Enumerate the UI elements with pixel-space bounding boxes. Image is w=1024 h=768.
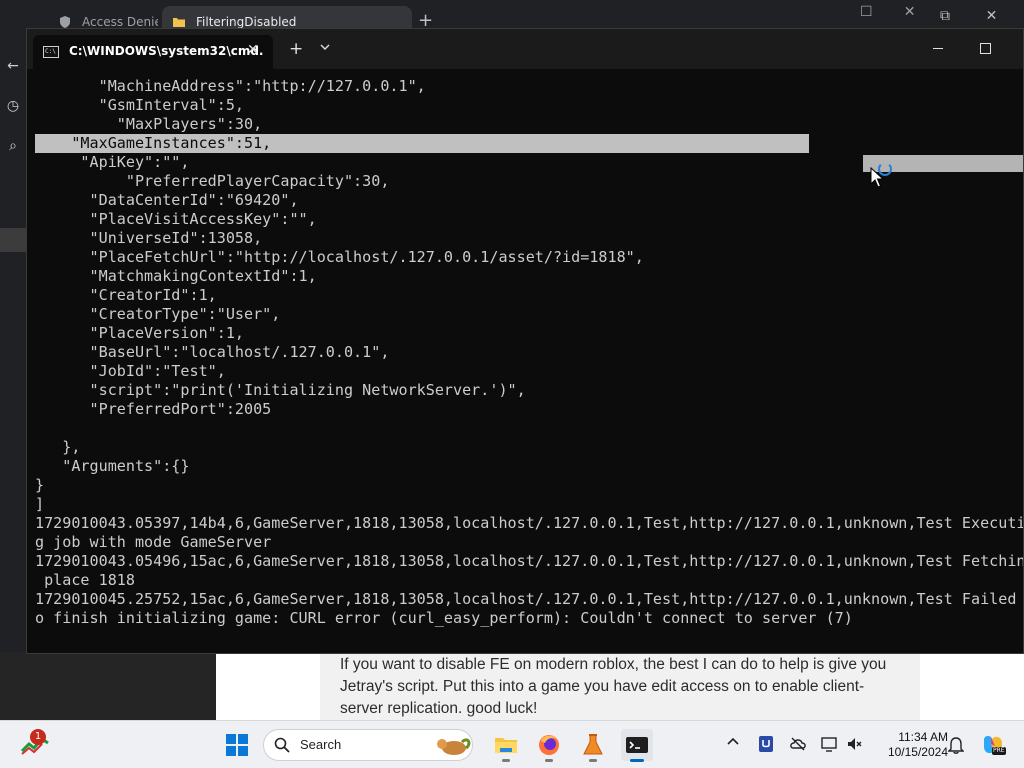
terminal-line: "DataCenterId":"69420", xyxy=(35,191,299,209)
start-button[interactable] xyxy=(226,734,248,756)
history-icon[interactable]: ◷ xyxy=(5,98,21,114)
terminal-line: }, xyxy=(35,438,81,456)
background-panel xyxy=(0,652,216,720)
taskbar-search[interactable]: Search xyxy=(263,729,473,761)
terminal-line: "BaseUrl":"localhost/.127.0.0.1", xyxy=(35,343,390,361)
terminal-output[interactable]: "MaxGameInstances":51, "MachineAddress":… xyxy=(27,69,1023,653)
taskbar-firefox[interactable] xyxy=(533,729,565,762)
clock-date: 10/15/2024 xyxy=(887,745,948,759)
folder-icon xyxy=(173,18,185,27)
taskbar: 1 Search 11:34 AM 10/15/2024 PRE xyxy=(0,720,1024,768)
copilot-preview-badge: PRE xyxy=(992,747,1006,755)
terminal-line: "JobId":"Test", xyxy=(35,362,226,380)
terminal-line: 1729010043.05397,14b4,6,GameServer,1818,… xyxy=(35,514,1023,532)
terminal-line: "UniverseId":13058, xyxy=(35,229,263,247)
terminal-line: "PlaceVisitAccessKey":"", xyxy=(35,210,317,228)
minimize-button[interactable] xyxy=(933,48,943,49)
sidebar-selected-item[interactable] xyxy=(0,228,26,252)
terminal-tab-title: C:\WINDOWS\system32\cmd. xyxy=(69,44,264,58)
terminal-line: "MachineAddress":"http://127.0.0.1", xyxy=(35,77,426,95)
firefox-icon xyxy=(539,735,559,755)
terminal-line: "script":"print('Initializing NetworkSer… xyxy=(35,381,526,399)
search-icon xyxy=(274,737,290,753)
taskbar-flask-app[interactable] xyxy=(577,729,609,762)
maximize-icon[interactable]: ☐ ✕ xyxy=(860,4,915,20)
cmd-icon: C:\ xyxy=(43,46,59,58)
terminal-line: "PreferredPort":2005 xyxy=(35,400,272,418)
chevron-up-icon[interactable] xyxy=(727,737,739,745)
browser-tab-label: Access Denied xyxy=(82,15,158,29)
close-tab-icon[interactable]: ✕ xyxy=(247,42,259,58)
taskbar-terminal[interactable] xyxy=(621,729,653,762)
browser-sidebar: ← ◷ ⌕ xyxy=(0,38,26,720)
volume-muted-icon[interactable] xyxy=(846,735,864,753)
terminal-line: ] xyxy=(35,495,45,513)
maximize-button[interactable] xyxy=(980,43,991,54)
clock-time: 11:34 AM xyxy=(898,730,948,744)
terminal-line: 1729010043.05496,15ac,6,GameServer,1818,… xyxy=(35,552,1023,570)
terminal-line: "GsmInterval":5, xyxy=(35,96,245,114)
folder-icon xyxy=(495,738,517,753)
browser-tab-label: FilteringDisabled xyxy=(196,15,297,29)
terminal-line: "CreatorId":1, xyxy=(35,286,217,304)
terminal-window[interactable]: C:\ C:\WINDOWS\system32\cmd. ✕ + "MaxGam… xyxy=(26,28,1024,654)
search-highlight-art-icon xyxy=(437,738,471,755)
terminal-line: "Arguments":{} xyxy=(35,457,190,475)
forum-post-text: If you want to disable FE on modern robl… xyxy=(340,656,887,717)
terminal-line: "PlaceFetchUrl":"http://localhost/.127.0… xyxy=(35,248,644,266)
terminal-line: place 1818 xyxy=(35,571,135,589)
terminal-line: g job with mode GameServer xyxy=(35,533,272,551)
terminal-line: "MatchmakingContextId":1, xyxy=(35,267,317,285)
terminal-tab[interactable]: C:\ C:\WINDOWS\system32\cmd. ✕ xyxy=(33,35,273,69)
network-icon[interactable] xyxy=(820,735,838,753)
shield-icon xyxy=(60,16,70,28)
restore-icon[interactable]: ⧉ ✕ xyxy=(940,8,997,24)
taskbar-file-explorer[interactable] xyxy=(490,729,522,762)
search-label: Search xyxy=(300,737,342,752)
bell-icon[interactable] xyxy=(948,736,964,754)
terminal-line: 1729010045.25752,15ac,6,GameServer,1818,… xyxy=(35,590,1023,608)
flask-icon xyxy=(583,734,603,755)
terminal-titlebar[interactable]: C:\ C:\WINDOWS\system32\cmd. ✕ + xyxy=(27,29,1023,69)
terminal-line: "CreatorType":"User", xyxy=(35,305,281,323)
back-arrow-icon[interactable]: ← xyxy=(5,58,21,74)
terminal-icon xyxy=(626,737,648,753)
notification-badge: 1 xyxy=(30,729,46,745)
clock[interactable]: 11:34 AM 10/15/2024 xyxy=(870,730,948,760)
terminal-line: } xyxy=(35,476,45,494)
search-icon[interactable]: ⌕ xyxy=(5,138,21,154)
terminal-line: "PlaceVersion":1, xyxy=(35,324,245,342)
cloud-offline-icon[interactable] xyxy=(789,735,807,753)
mouse-cursor-icon xyxy=(870,167,884,188)
chevron-down-icon[interactable] xyxy=(320,43,330,51)
shield-tray-icon[interactable] xyxy=(757,735,775,753)
copilot-icon[interactable]: PRE xyxy=(980,732,1006,758)
new-tab-button[interactable]: + xyxy=(289,40,303,58)
terminal-line: o finish initializing game: CURL error (… xyxy=(35,609,853,627)
terminal-line: "MaxPlayers":30, xyxy=(35,115,263,133)
